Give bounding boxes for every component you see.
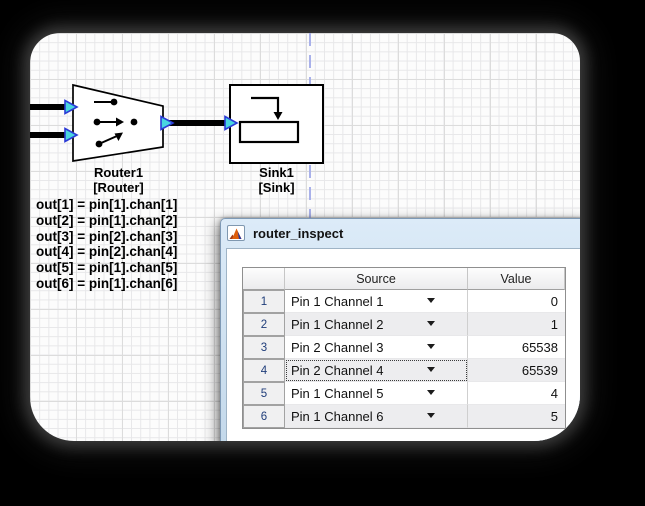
row-number-cell: 6 bbox=[243, 405, 285, 428]
table-header-source: Source bbox=[285, 268, 468, 290]
dialog-title-bar[interactable]: router_inspect bbox=[221, 219, 580, 247]
model-canvas: Router1 [Router] Sink1 [Sink] out[1] = p… bbox=[30, 33, 580, 441]
table-header-corner bbox=[243, 268, 285, 290]
source-cell-label: Pin 2 Channel 3 bbox=[291, 340, 384, 355]
dialog-title: router_inspect bbox=[253, 226, 343, 241]
source-cell-label: Pin 1 Channel 2 bbox=[291, 317, 384, 332]
value-cell: 5 bbox=[468, 405, 565, 428]
dropdown-arrow-icon[interactable] bbox=[427, 390, 435, 395]
source-cell[interactable]: Pin 2 Channel 3 bbox=[285, 336, 468, 359]
dropdown-arrow-icon[interactable] bbox=[427, 298, 435, 303]
row-number-cell: 2 bbox=[243, 313, 285, 336]
router-block[interactable] bbox=[73, 85, 163, 161]
dropdown-arrow-icon[interactable] bbox=[427, 367, 435, 372]
annotation-line: out[4] = pin[2].chan[4] bbox=[36, 244, 177, 260]
source-cell-label: Pin 1 Channel 1 bbox=[291, 294, 384, 309]
matlab-icon bbox=[227, 225, 245, 241]
router-inspect-dialog: router_inspect Source Value 1 Pin 1 Chan… bbox=[220, 218, 580, 441]
value-cell: 65539 bbox=[468, 359, 565, 382]
value-cell: 0 bbox=[468, 290, 565, 313]
table-header-value: Value bbox=[468, 268, 565, 290]
router-output-port-icon bbox=[161, 117, 173, 130]
source-cell[interactable]: Pin 1 Channel 2 bbox=[285, 313, 468, 336]
source-cell-label: Pin 2 Channel 4 bbox=[291, 363, 384, 378]
dialog-content: Source Value 1 Pin 1 Channel 1 0 2 Pin 1… bbox=[226, 248, 580, 441]
sink-type: [Sink] bbox=[230, 180, 323, 195]
source-cell[interactable]: Pin 1 Channel 1 bbox=[285, 290, 468, 313]
sink-block[interactable] bbox=[230, 85, 323, 163]
annotation-line: out[1] = pin[1].chan[1] bbox=[36, 197, 177, 213]
sink-block-label: Sink1 [Sink] bbox=[230, 165, 323, 195]
annotation-line: out[3] = pin[2].chan[3] bbox=[36, 229, 177, 245]
dropdown-arrow-icon[interactable] bbox=[427, 344, 435, 349]
annotation-line: out[6] = pin[1].chan[6] bbox=[36, 276, 177, 292]
inspect-table: Source Value 1 Pin 1 Channel 1 0 2 Pin 1… bbox=[242, 267, 566, 429]
source-cell-label: Pin 1 Channel 5 bbox=[291, 386, 384, 401]
router-name: Router1 bbox=[69, 165, 168, 180]
row-number-cell: 5 bbox=[243, 382, 285, 405]
dropdown-arrow-icon[interactable] bbox=[427, 321, 435, 326]
source-cell-focused[interactable]: Pin 2 Channel 4 bbox=[285, 359, 468, 382]
row-number-cell: 4 bbox=[243, 359, 285, 382]
value-cell: 4 bbox=[468, 382, 565, 405]
annotation-line: out[2] = pin[1].chan[2] bbox=[36, 213, 177, 229]
value-cell: 1 bbox=[468, 313, 565, 336]
routing-annotation: out[1] = pin[1].chan[1] out[2] = pin[1].… bbox=[36, 197, 177, 292]
router-block-label: Router1 [Router] bbox=[69, 165, 168, 195]
source-cell-label: Pin 1 Channel 6 bbox=[291, 409, 384, 424]
source-cell[interactable]: Pin 1 Channel 6 bbox=[285, 405, 468, 428]
row-number-cell: 1 bbox=[243, 290, 285, 313]
annotation-line: out[5] = pin[1].chan[5] bbox=[36, 260, 177, 276]
sink-name: Sink1 bbox=[230, 165, 323, 180]
source-cell[interactable]: Pin 1 Channel 5 bbox=[285, 382, 468, 405]
router-type: [Router] bbox=[69, 180, 168, 195]
value-cell: 65538 bbox=[468, 336, 565, 359]
dropdown-arrow-icon[interactable] bbox=[427, 413, 435, 418]
row-number-cell: 3 bbox=[243, 336, 285, 359]
